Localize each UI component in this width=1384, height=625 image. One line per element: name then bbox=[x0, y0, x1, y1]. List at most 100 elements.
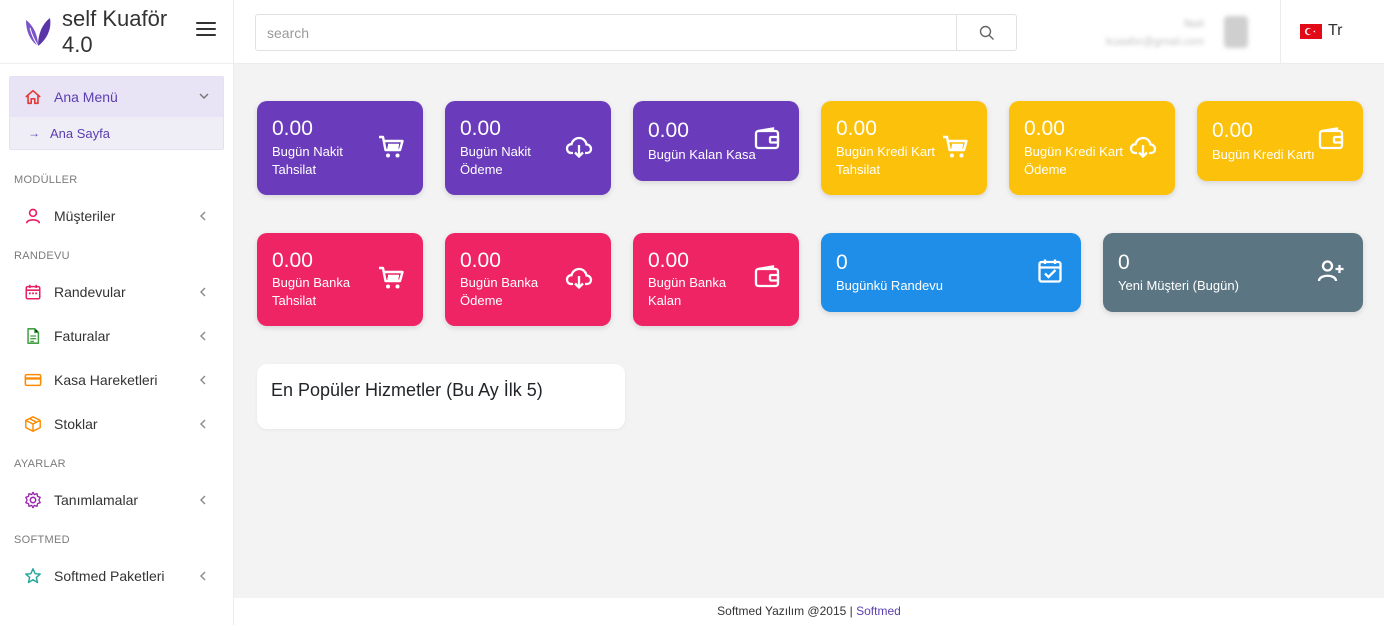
turkey-flag-icon bbox=[1300, 23, 1322, 39]
chevron-left-icon bbox=[200, 331, 206, 341]
sidebar-item-label: Faturalar bbox=[54, 328, 111, 344]
sidebar-item-label: Tanımlamalar bbox=[54, 492, 139, 508]
hamburger-menu-icon[interactable] bbox=[196, 22, 216, 40]
calendar-check-icon bbox=[1038, 259, 1062, 283]
stat-card-bank-collection[interactable]: 0.00 Bugün Banka Tahsilat bbox=[257, 233, 423, 326]
wallet-icon bbox=[754, 265, 780, 288]
search-icon bbox=[979, 25, 994, 40]
card-value: 0 bbox=[836, 251, 848, 274]
cloud-download-icon bbox=[565, 267, 593, 290]
sidebar-item-appointments[interactable]: Randevular bbox=[0, 270, 233, 314]
card-value: 0 bbox=[1118, 251, 1130, 274]
gear-icon bbox=[25, 491, 41, 509]
cart-icon bbox=[943, 135, 968, 158]
popular-services-panel: En Popüler Hizmetler (Bu Ay İlk 5) bbox=[257, 364, 625, 429]
language-label: Tr bbox=[1328, 22, 1343, 39]
sidebar-item-cash-transactions[interactable]: Kasa Hareketleri bbox=[0, 358, 233, 402]
search-box bbox=[255, 14, 1017, 51]
footer: Softmed Yazılım @2015 | Softmed bbox=[234, 598, 1384, 625]
stat-card-today-appointments[interactable]: 0 Bugünkü Randevu bbox=[821, 233, 1081, 312]
stat-card-bank-remaining[interactable]: 0.00 Bugün Banka Kalan bbox=[633, 233, 799, 326]
avatar bbox=[1224, 16, 1248, 48]
document-icon bbox=[27, 328, 40, 344]
sidebar-item-invoices[interactable]: Faturalar bbox=[0, 314, 233, 358]
card-label: Bugün Banka Ödeme bbox=[460, 275, 539, 308]
stat-card-credit-card-payment[interactable]: 0.00 Bugün Kredi Kart Ödeme bbox=[1009, 101, 1175, 195]
section-title: AYARLAR bbox=[14, 458, 66, 470]
stat-card-cash-collection[interactable]: 0.00 Bugün Nakit Tahsilat bbox=[257, 101, 423, 195]
language-selector[interactable]: Tr bbox=[1300, 22, 1343, 40]
card-label: Bugün Kredi Kart Tahsilat bbox=[836, 144, 936, 177]
chevron-left-icon bbox=[200, 419, 206, 429]
stat-card-new-customers[interactable]: 0 Yeni Müşteri (Bugün) bbox=[1103, 233, 1363, 312]
chevron-down-icon bbox=[199, 93, 209, 100]
box-icon bbox=[25, 416, 41, 432]
sidebar-item-definitions[interactable]: Tanımlamalar bbox=[0, 478, 233, 522]
section-title: MODÜLLER bbox=[14, 174, 78, 186]
card-value: 0.00 bbox=[272, 249, 313, 272]
user-menu[interactable]: Nuri kuaafor@gmail.com bbox=[1036, 4, 1276, 60]
footer-link[interactable]: Softmed bbox=[856, 604, 901, 618]
sidebar-item-label: Softmed Paketleri bbox=[54, 568, 165, 584]
cloud-download-icon bbox=[565, 136, 593, 159]
stat-card-bank-payment[interactable]: 0.00 Bugün Banka Ödeme bbox=[445, 233, 611, 326]
main-menu-label: Ana Menü bbox=[54, 89, 118, 105]
search-input[interactable] bbox=[256, 15, 956, 50]
sidebar-sub-label: Ana Sayfa bbox=[50, 125, 110, 141]
user-icon bbox=[25, 208, 41, 224]
brand-name: self Kuaför 4.0 bbox=[62, 5, 168, 57]
sidebar-item-home-page[interactable]: → Ana Sayfa bbox=[10, 117, 223, 149]
wallet-icon bbox=[754, 127, 780, 150]
user-email: kuaafor@gmail.com bbox=[1106, 36, 1204, 48]
section-title: RANDEVU bbox=[14, 250, 70, 262]
leaf-logo-icon[interactable] bbox=[20, 14, 56, 50]
card-value: 0.00 bbox=[272, 117, 313, 140]
card-label: Bugün Kredi Kartı bbox=[1212, 147, 1315, 162]
add-user-icon bbox=[1317, 260, 1344, 282]
chevron-left-icon bbox=[200, 211, 206, 221]
card-value: 0.00 bbox=[460, 117, 501, 140]
sidebar-item-label: Randevular bbox=[54, 284, 126, 300]
credit-card-icon bbox=[24, 373, 42, 387]
sidebar: self Kuaför 4.0 Ana Menü → Ana Sayfa MOD… bbox=[0, 0, 234, 625]
card-label: Bugün Nakit Ödeme bbox=[460, 144, 531, 177]
card-label: Bugün Kredi Kart Ödeme bbox=[1024, 144, 1124, 177]
user-name: Nuri bbox=[1183, 18, 1204, 30]
calendar-icon bbox=[25, 284, 41, 300]
stat-card-credit-card-collection[interactable]: 0.00 Bugün Kredi Kart Tahsilat bbox=[821, 101, 987, 195]
cart-icon bbox=[379, 266, 404, 289]
wallet-icon bbox=[1318, 127, 1344, 150]
card-label: Bugünkü Randevu bbox=[836, 278, 943, 293]
sidebar-item-softmed-packages[interactable]: Softmed Paketleri bbox=[0, 554, 233, 598]
home-icon bbox=[25, 89, 41, 105]
sidebar-item-customers[interactable]: Müşteriler bbox=[0, 194, 233, 238]
arrow-right-icon: → bbox=[28, 126, 40, 140]
chevron-left-icon bbox=[200, 375, 206, 385]
card-value: 0.00 bbox=[460, 249, 501, 272]
cloud-download-icon bbox=[1129, 136, 1157, 159]
card-value: 0.00 bbox=[648, 119, 689, 142]
topbar: Nuri kuaafor@gmail.com Tr bbox=[234, 0, 1384, 64]
chevron-left-icon bbox=[200, 495, 206, 505]
card-value: 0.00 bbox=[836, 117, 877, 140]
search-button[interactable] bbox=[956, 15, 1016, 50]
footer-text: Softmed Yazılım @2015 | bbox=[717, 604, 853, 618]
card-value: 0.00 bbox=[648, 249, 689, 272]
sidebar-item-stocks[interactable]: Stoklar bbox=[0, 402, 233, 446]
main-menu-toggle[interactable]: Ana Menü bbox=[10, 77, 223, 117]
cart-icon bbox=[379, 135, 404, 158]
stat-card-cash-remaining[interactable]: 0.00 Bugün Kalan Kasa bbox=[633, 101, 799, 181]
panel-title: En Popüler Hizmetler (Bu Ay İlk 5) bbox=[271, 380, 543, 400]
stat-card-cash-payment[interactable]: 0.00 Bugün Nakit Ödeme bbox=[445, 101, 611, 195]
stat-card-credit-card[interactable]: 0.00 Bugün Kredi Kartı bbox=[1197, 101, 1363, 181]
card-label: Bugün Banka Kalan bbox=[648, 275, 727, 308]
card-label: Bugün Banka Tahsilat bbox=[272, 275, 351, 308]
chevron-left-icon bbox=[200, 571, 206, 581]
sidebar-item-label: Stoklar bbox=[54, 416, 98, 432]
card-value: 0.00 bbox=[1024, 117, 1065, 140]
sidebar-item-label: Müşteriler bbox=[54, 208, 116, 224]
card-value: 0.00 bbox=[1212, 119, 1253, 142]
divider bbox=[1280, 0, 1281, 64]
chevron-left-icon bbox=[200, 287, 206, 297]
star-icon bbox=[25, 568, 41, 584]
